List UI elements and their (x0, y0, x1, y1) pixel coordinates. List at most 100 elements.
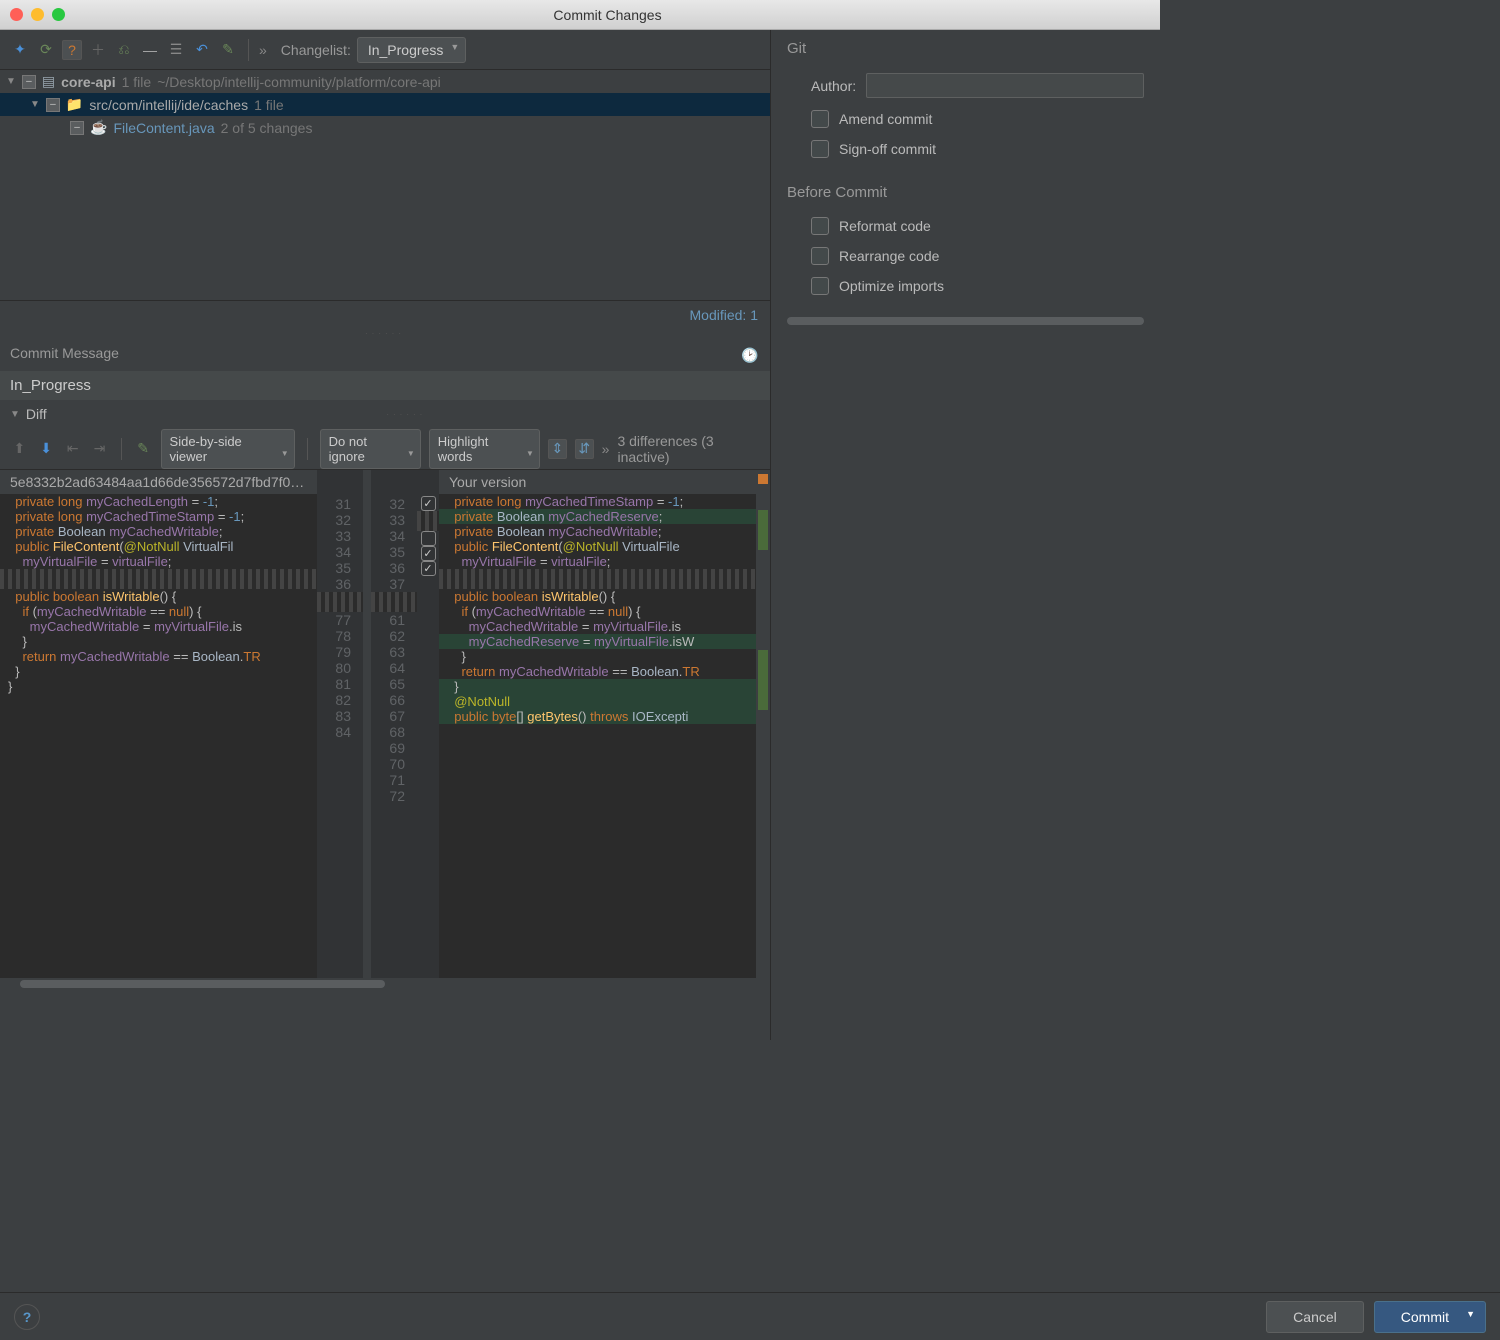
signoff-checkbox[interactable] (811, 140, 829, 158)
code-line[interactable]: myVirtualFile = virtualFile; (0, 554, 317, 569)
code-line[interactable]: } (439, 649, 756, 664)
include-change-checkbox[interactable] (421, 531, 436, 546)
checkbox-indeterminate[interactable]: – (22, 75, 36, 89)
resize-handle[interactable]: ······ (53, 410, 760, 419)
author-label: Author: (811, 78, 856, 94)
changes-tree[interactable]: ▼ – ▤ core-api 1 file ~/Desktop/intellij… (0, 70, 770, 300)
code-line[interactable]: myCachedWritable = myVirtualFile.is (439, 619, 756, 634)
include-change-checkbox[interactable]: ✓ (421, 561, 436, 576)
diff-splitter[interactable] (363, 470, 371, 978)
signoff-label: Sign-off commit (839, 141, 936, 157)
diff-overview-ruler[interactable] (756, 470, 770, 978)
change-marker-icon[interactable] (758, 650, 768, 710)
checkbox-indeterminate[interactable]: – (46, 98, 60, 112)
change-marker-icon[interactable] (758, 474, 768, 484)
expand-icon[interactable]: ▼ (10, 409, 20, 420)
refresh-icon[interactable]: ⟳ (36, 40, 56, 60)
git-section-label: Git (787, 40, 1144, 57)
compare-prev-file-icon[interactable]: ⇤ (63, 439, 82, 459)
code-line[interactable]: } (0, 634, 317, 649)
options-scrollbar[interactable] (787, 317, 1144, 325)
file-name: FileContent.java (113, 120, 214, 136)
folder-meta: 1 file (254, 97, 284, 113)
commit-button[interactable]: Commit (1374, 1301, 1486, 1333)
commit-message-input[interactable] (0, 371, 770, 400)
tree-folder[interactable]: ▼ – 📁 src/com/intellij/ide/caches 1 file (0, 93, 770, 116)
code-line[interactable]: return myCachedWritable == Boolean.TR (0, 649, 317, 664)
check-icon[interactable]: ✎ (218, 40, 238, 60)
fold-indicator[interactable] (439, 569, 756, 589)
checkbox-indeterminate[interactable]: – (70, 121, 84, 135)
viewer-mode-select[interactable]: Side-by-side viewer (161, 429, 295, 469)
code-line[interactable]: public FileContent(@NotNull VirtualFile (439, 539, 756, 554)
amend-checkbox[interactable] (811, 110, 829, 128)
show-diff-icon[interactable]: ✦ (10, 40, 30, 60)
code-line[interactable]: myCachedReserve = myVirtualFile.isW (439, 634, 756, 649)
tree-root[interactable]: ▼ – ▤ core-api 1 file ~/Desktop/intellij… (0, 70, 770, 93)
code-line[interactable]: public FileContent(@NotNull VirtualFil (0, 539, 317, 554)
history-icon[interactable]: 🕑 (740, 345, 760, 365)
changelist-icon[interactable]: ? (62, 40, 82, 60)
collapse-unchanged-icon[interactable]: ⇕ (548, 439, 567, 459)
code-line[interactable]: } (0, 664, 317, 679)
code-line[interactable]: public boolean isWritable() { (0, 589, 317, 604)
close-window-icon[interactable] (10, 8, 23, 21)
undo-icon[interactable]: ↶ (192, 40, 212, 60)
diff-toolbar-overflow-arrow[interactable]: » (602, 441, 610, 457)
rearrange-label: Rearrange code (839, 248, 939, 264)
code-line[interactable]: private Boolean myCachedWritable; (439, 524, 756, 539)
next-diff-icon[interactable]: ⬇ (37, 439, 56, 459)
code-line[interactable]: public boolean isWritable() { (439, 589, 756, 604)
edit-icon[interactable]: ✎ (134, 439, 153, 459)
resize-handle[interactable]: ······ (0, 329, 770, 339)
fold-indicator[interactable] (0, 569, 317, 589)
code-line[interactable]: private Boolean myCachedWritable; (0, 524, 317, 539)
code-line[interactable]: return myCachedWritable == Boolean.TR (439, 664, 756, 679)
change-marker-icon[interactable] (758, 510, 768, 550)
tree-file[interactable]: – ☕ FileContent.java 2 of 5 changes (0, 116, 770, 139)
file-meta: 2 of 5 changes (221, 120, 313, 136)
module-name: core-api (61, 74, 115, 90)
code-line[interactable]: myCachedWritable = myVirtualFile.is (0, 619, 317, 634)
diff-right-code[interactable]: private long myCachedTimeStamp = -1; pri… (439, 494, 756, 978)
expand-icon[interactable]: ▼ (6, 76, 16, 87)
horizontal-scrollbar[interactable] (20, 980, 385, 988)
highlight-select[interactable]: Highlight words (429, 429, 540, 469)
code-line[interactable]: private long myCachedLength = -1; (0, 494, 317, 509)
cancel-button[interactable]: Cancel (1266, 1301, 1364, 1333)
code-line[interactable]: public byte[] getBytes() throws IOExcept… (439, 709, 756, 724)
amend-label: Amend commit (839, 111, 932, 127)
code-line[interactable]: private long myCachedTimeStamp = -1; (439, 494, 756, 509)
right-change-checkboxes: ✓✓✓ (417, 470, 439, 978)
include-change-checkbox[interactable]: ✓ (421, 496, 436, 511)
code-line[interactable]: private Boolean myCachedReserve; (439, 509, 756, 524)
help-button[interactable]: ? (14, 1304, 40, 1330)
code-line[interactable]: if (myCachedWritable == null) { (439, 604, 756, 619)
add-icon[interactable]: ＋ (88, 40, 108, 60)
code-line[interactable]: if (myCachedWritable == null) { (0, 604, 317, 619)
prev-diff-icon[interactable]: ⬆ (10, 439, 29, 459)
rollback-icon[interactable]: ⎌ (114, 40, 134, 60)
optimize-checkbox[interactable] (811, 277, 829, 295)
before-commit-label: Before Commit (787, 184, 1144, 201)
ignore-select[interactable]: Do not ignore (320, 429, 421, 469)
sync-scroll-icon[interactable]: ⇵ (575, 439, 594, 459)
remove-icon[interactable]: — (140, 40, 160, 60)
code-line[interactable]: } (439, 679, 756, 694)
code-line[interactable]: private long myCachedTimeStamp = -1; (0, 509, 317, 524)
code-line[interactable]: @NotNull (439, 694, 756, 709)
code-line[interactable]: } (0, 679, 317, 694)
diff-left-code[interactable]: private long myCachedLength = -1; privat… (0, 494, 317, 978)
reformat-checkbox[interactable] (811, 217, 829, 235)
maximize-window-icon[interactable] (52, 8, 65, 21)
code-line[interactable]: myVirtualFile = virtualFile; (439, 554, 756, 569)
include-change-checkbox[interactable]: ✓ (421, 546, 436, 561)
changelist-select[interactable]: In_Progress (357, 37, 466, 63)
commit-toolbar: ✦ ⟳ ? ＋ ⎌ — ☰ ↶ ✎ » Changelist: In_Progr… (0, 30, 770, 70)
group-by-icon[interactable]: ☰ (166, 40, 186, 60)
expand-icon[interactable]: ▼ (30, 99, 40, 110)
compare-next-file-icon[interactable]: ⇥ (90, 439, 109, 459)
rearrange-checkbox[interactable] (811, 247, 829, 265)
author-input[interactable] (866, 73, 1144, 98)
minimize-window-icon[interactable] (31, 8, 44, 21)
